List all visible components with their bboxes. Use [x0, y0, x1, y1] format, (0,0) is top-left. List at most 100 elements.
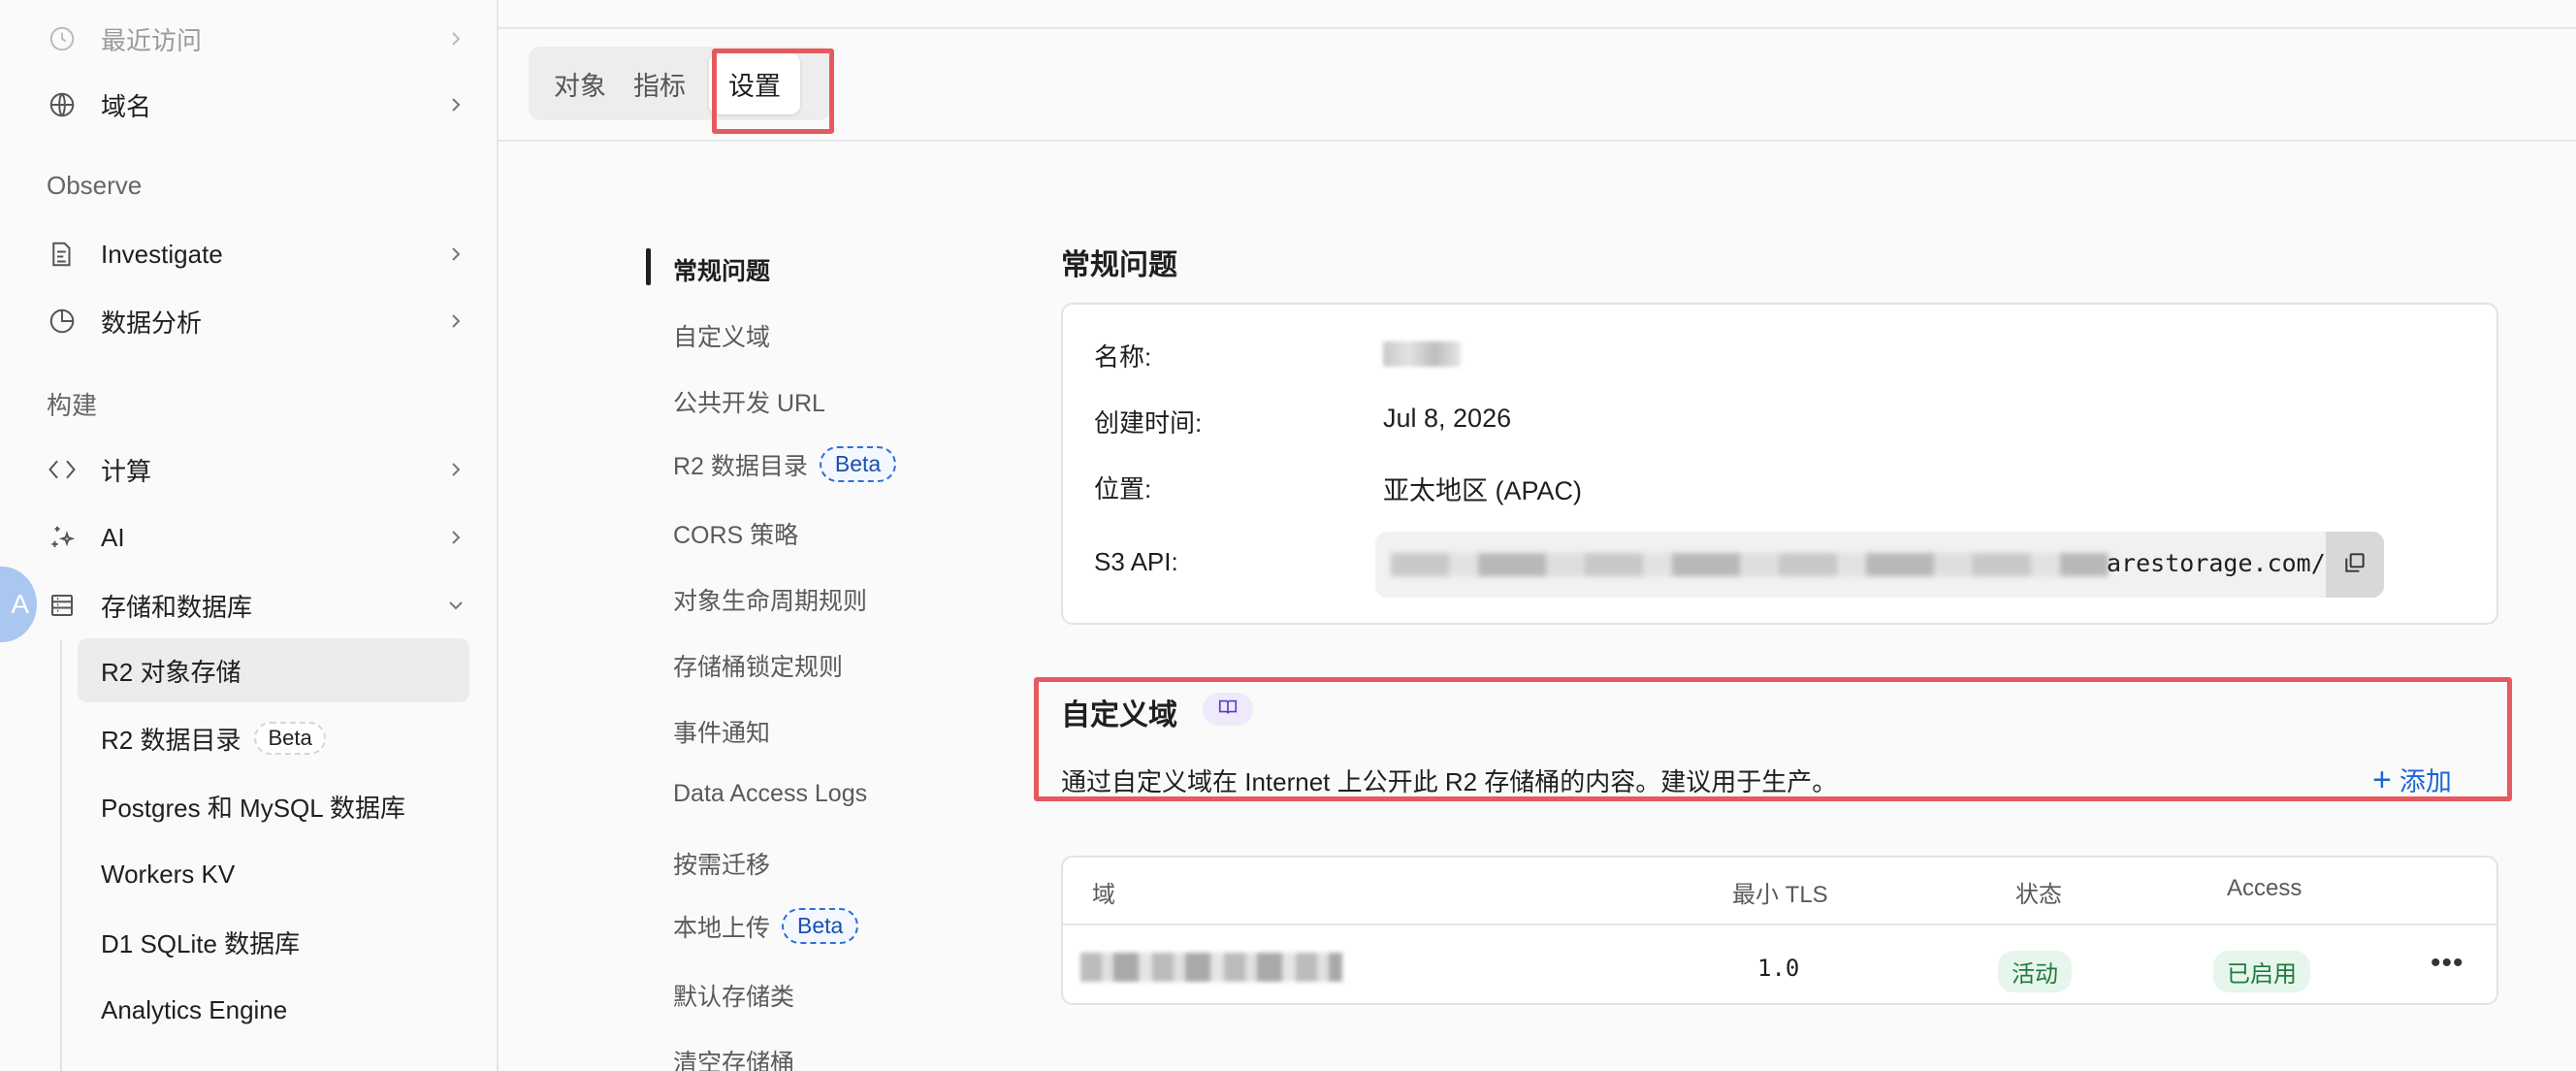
- chevron-down-icon: [444, 594, 467, 617]
- beta-badge: Beta: [819, 446, 897, 482]
- sidebar-subitem-label: Postgres 和 MySQL 数据库: [101, 793, 405, 823]
- status-badge: 活动: [1998, 951, 2072, 992]
- location-value: 亚太地区 (APAC): [1383, 476, 1583, 505]
- add-label: 添加: [2399, 767, 2452, 796]
- settings-nav-custom-domain[interactable]: 自定义域: [673, 318, 770, 353]
- table-header-divider: [1063, 924, 2496, 925]
- section-observe: Observe: [47, 171, 143, 200]
- sidebar-item-label: 存储和数据库: [101, 592, 253, 622]
- tls-cell: 1.0: [1757, 955, 1800, 982]
- chevron-right-icon: [444, 526, 467, 549]
- settings-nav-lifecycle-rules[interactable]: 对象生命周期规则: [673, 582, 867, 617]
- s3-url-redacted: [1391, 553, 2109, 576]
- sidebar-item-label: 计算: [101, 456, 152, 486]
- chevron-right-icon: [444, 93, 467, 116]
- settings-nav-bucket-lock-rules[interactable]: 存储桶锁定规则: [673, 648, 843, 683]
- chevron-right-icon: [444, 243, 467, 266]
- book-icon: [1217, 697, 1239, 723]
- copy-button[interactable]: [2326, 532, 2384, 598]
- sidebar-item-investigate[interactable]: Investigate: [47, 227, 467, 281]
- sidebar-subitem-analytics-engine[interactable]: Analytics Engine: [78, 978, 469, 1042]
- column-header-min-tls: 最小 TLS: [1732, 882, 1828, 908]
- globe-icon: [47, 89, 78, 120]
- sidebar-subitem-label: R2 对象存储: [101, 657, 242, 687]
- settings-nav-cors-policy[interactable]: CORS 策略: [673, 516, 798, 551]
- custom-domain-description: 通过自定义域在 Internet 上公开此 R2 存储桶的内容。建议用于生产。: [1061, 767, 1838, 796]
- settings-nav-local-uploads[interactable]: 本地上传 Beta: [673, 908, 859, 944]
- settings-nav-label: 本地上传: [673, 914, 771, 942]
- column-header-status: 状态: [2015, 882, 2062, 908]
- sidebar-item-label: 最近访问: [101, 25, 203, 55]
- settings-nav-label: R2 数据目录: [673, 452, 808, 480]
- name-value-redacted: [1383, 338, 1461, 368]
- beta-badge: Beta: [254, 722, 326, 755]
- settings-nav-event-notifications[interactable]: 事件通知: [673, 714, 770, 749]
- settings-nav-default-storage-class[interactable]: 默认存储类: [673, 978, 794, 1013]
- sparkles-icon: [47, 522, 78, 553]
- sidebar-item-storage[interactable]: 存储和数据库: [47, 578, 467, 633]
- copy-icon: [2342, 550, 2367, 580]
- sidebar-subitem-r2-object-storage[interactable]: R2 对象存储: [78, 638, 469, 702]
- tab-objects[interactable]: 对象: [554, 65, 606, 103]
- sidebar-subitem-label: Analytics Engine: [101, 994, 288, 1024]
- more-options-icon[interactable]: •••: [2431, 947, 2464, 980]
- sidebar-item-compute[interactable]: 计算: [47, 442, 467, 497]
- created-label: 创建时间:: [1094, 408, 1203, 438]
- pie-chart-icon: [47, 306, 78, 337]
- avatar[interactable]: A: [0, 567, 37, 642]
- sidebar-item-domains[interactable]: 域名: [47, 78, 467, 132]
- clock-icon: [47, 23, 78, 54]
- chevron-right-icon: [444, 309, 467, 333]
- add-domain-button[interactable]: + 添加: [2372, 761, 2452, 798]
- sidebar-item-ai[interactable]: AI: [47, 510, 467, 565]
- code-brackets-icon: [47, 454, 78, 485]
- sidebar: 最近访问 域名 Observe Investigate 数据分析 构建 计算 A…: [0, 0, 499, 1071]
- sidebar-subitem-label: D1 SQLite 数据库: [101, 928, 301, 958]
- location-label: 位置:: [1094, 474, 1152, 503]
- domain-value-redacted[interactable]: [1080, 953, 1342, 982]
- sidebar-subitem-r2-data-catalog[interactable]: R2 数据目录 Beta: [78, 706, 469, 770]
- sidebar-item-analytics[interactable]: 数据分析: [47, 294, 467, 348]
- docs-link[interactable]: [1203, 693, 1253, 726]
- column-header-domain: 域: [1092, 882, 1115, 908]
- s3-url-visible: arestorage.com/i: [2107, 549, 2340, 577]
- sidebar-subitem-label: R2 数据目录: [101, 725, 242, 755]
- access-badge: 已启用: [2213, 951, 2310, 992]
- database-icon: [47, 590, 78, 621]
- active-nav-indicator: [646, 248, 651, 285]
- settings-nav-empty-bucket[interactable]: 清空存储桶: [673, 1044, 794, 1071]
- name-label: 名称:: [1094, 342, 1152, 372]
- plus-icon: +: [2372, 761, 2392, 798]
- sidebar-item-label: 域名: [101, 91, 152, 121]
- top-divider: [499, 27, 2576, 29]
- sidebar-subitem-workers-kv[interactable]: Workers KV: [78, 842, 469, 906]
- sidebar-item-recent[interactable]: 最近访问: [47, 12, 467, 66]
- document-search-icon: [47, 239, 78, 270]
- sidebar-item-label: Investigate: [101, 239, 223, 269]
- settings-nav-data-access-logs[interactable]: Data Access Logs: [673, 780, 867, 808]
- general-section-title: 常规问题: [1061, 249, 1177, 281]
- main-divider: [499, 140, 2576, 142]
- sidebar-item-label: AI: [101, 522, 125, 552]
- tab-metrics[interactable]: 指标: [633, 65, 686, 103]
- general-info-card: 名称: 创建时间: Jul 8, 2026 位置: 亚太地区 (APAC) S3…: [1061, 303, 2498, 625]
- settings-nav-r2-data-catalog[interactable]: R2 数据目录 Beta: [673, 446, 897, 482]
- chevron-right-icon: [444, 27, 467, 50]
- avatar-letter: A: [11, 589, 29, 619]
- settings-nav-general[interactable]: 常规问题: [673, 252, 770, 287]
- s3-api-field[interactable]: arestorage.com/i: [1375, 532, 2384, 598]
- custom-domain-title: 自定义域: [1061, 699, 1177, 731]
- sidebar-item-label: 数据分析: [101, 308, 203, 338]
- created-value: Jul 8, 2026: [1383, 404, 1512, 433]
- s3-api-label: S3 API:: [1094, 547, 1178, 576]
- beta-badge: Beta: [782, 908, 859, 944]
- section-build: 构建: [47, 391, 98, 420]
- submenu-guide-line: [60, 640, 62, 1071]
- sidebar-subitem-postgres-mysql[interactable]: Postgres 和 MySQL 数据库: [78, 774, 469, 838]
- settings-nav-public-dev-url[interactable]: 公共开发 URL: [673, 384, 825, 419]
- column-header-access: Access: [2227, 875, 2302, 901]
- settings-nav-on-demand-migration[interactable]: 按需迁移: [673, 846, 770, 881]
- sidebar-subitem-label: Workers KV: [101, 859, 236, 889]
- sidebar-subitem-d1-sqlite[interactable]: D1 SQLite 数据库: [78, 910, 469, 974]
- chevron-right-icon: [444, 458, 467, 481]
